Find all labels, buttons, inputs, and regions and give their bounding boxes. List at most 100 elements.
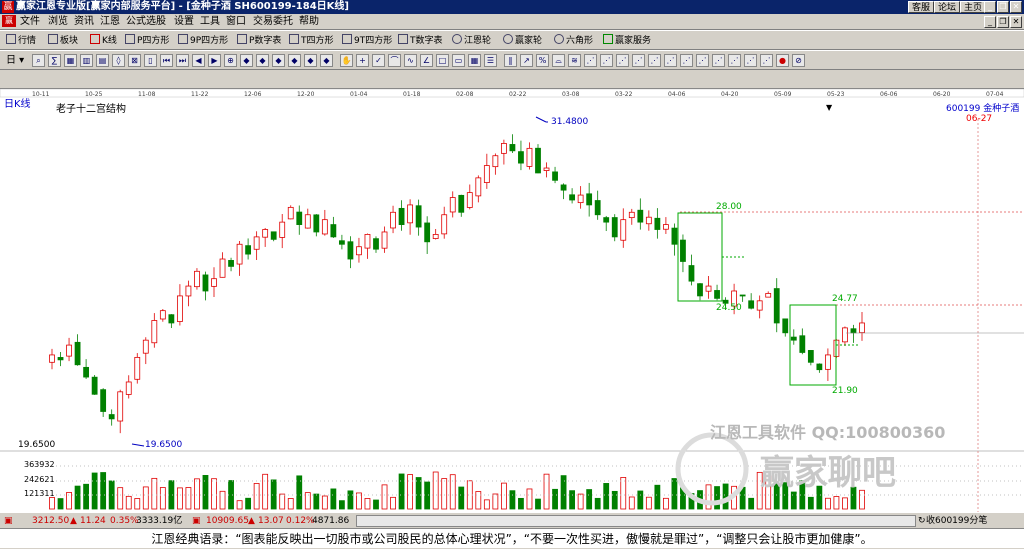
- channel-icon[interactable]: ≋: [568, 54, 581, 67]
- candle[interactable]: [330, 224, 337, 238]
- diamond-tool-1-icon[interactable]: ◆: [240, 54, 253, 67]
- right-arrow-icon[interactable]: ▶: [208, 54, 221, 67]
- candle[interactable]: [560, 184, 567, 191]
- stats-icon[interactable]: ∑: [48, 54, 61, 67]
- gann-fan-8-icon[interactable]: ⋰: [696, 54, 709, 67]
- gann-fan-2-icon[interactable]: ⋰: [600, 54, 613, 67]
- delete-icon[interactable]: ⊘: [792, 54, 805, 67]
- candle[interactable]: [424, 222, 431, 243]
- fan-icon[interactable]: ⌒: [388, 54, 401, 67]
- service-button[interactable]: 客服: [908, 1, 935, 13]
- candle[interactable]: [697, 283, 703, 297]
- tool-9t-square[interactable]: 9T四方形: [342, 33, 392, 49]
- candle[interactable]: [151, 320, 158, 344]
- candle[interactable]: [287, 206, 294, 220]
- candle[interactable]: [449, 197, 456, 213]
- candle[interactable]: [756, 300, 763, 311]
- candle[interactable]: [407, 204, 414, 224]
- candle[interactable]: [535, 147, 541, 174]
- homepage-button[interactable]: 主页: [960, 1, 987, 13]
- menu-settings[interactable]: 设置: [174, 15, 194, 29]
- candle[interactable]: [748, 300, 755, 309]
- candle[interactable]: [526, 147, 533, 167]
- candle[interactable]: [458, 194, 465, 213]
- grid-tool-icon[interactable]: ▦: [468, 54, 481, 67]
- candle[interactable]: [483, 165, 490, 183]
- child-restore-icon[interactable]: ❐: [997, 16, 1009, 28]
- candle[interactable]: [313, 214, 320, 233]
- restore-icon[interactable]: ❐: [997, 1, 1009, 13]
- candle[interactable]: [211, 278, 217, 287]
- candle[interactable]: [108, 414, 115, 420]
- tool-hexagon[interactable]: 六角形: [554, 33, 593, 49]
- gann-fan-11-icon[interactable]: ⋰: [744, 54, 757, 67]
- check-tool-icon[interactable]: ✓: [372, 54, 385, 67]
- candle[interactable]: [603, 217, 610, 223]
- candle[interactable]: [782, 318, 789, 334]
- candle[interactable]: [117, 391, 124, 422]
- candle[interactable]: [398, 207, 405, 225]
- angle-icon[interactable]: ∠: [420, 54, 433, 67]
- gann-fan-6-icon[interactable]: ⋰: [664, 54, 677, 67]
- tick-data-label[interactable]: 收600199分笔: [926, 513, 987, 529]
- candle[interactable]: [296, 211, 303, 225]
- candle[interactable]: [765, 293, 772, 298]
- candle[interactable]: [100, 389, 107, 412]
- candle[interactable]: [569, 194, 576, 201]
- menu-info[interactable]: 资讯: [74, 15, 94, 29]
- lock-icon[interactable]: ⊠: [128, 54, 141, 67]
- candle[interactable]: [492, 155, 499, 168]
- gann-fan-7-icon[interactable]: ⋰: [680, 54, 693, 67]
- candle[interactable]: [773, 288, 780, 324]
- candle[interactable]: [83, 366, 90, 378]
- candle[interactable]: [270, 231, 277, 240]
- candle[interactable]: [185, 285, 192, 297]
- candle[interactable]: [509, 144, 516, 152]
- candle[interactable]: [705, 285, 712, 292]
- candle[interactable]: [799, 335, 806, 353]
- tool-winner-service[interactable]: 赢家服务: [603, 33, 651, 49]
- candle[interactable]: [168, 314, 175, 324]
- candle[interactable]: [253, 236, 260, 250]
- candle[interactable]: [304, 214, 311, 229]
- candle[interactable]: [714, 290, 720, 299]
- candle[interactable]: [543, 167, 550, 171]
- candle[interactable]: [475, 177, 482, 197]
- menu-app-icon[interactable]: 赢: [2, 15, 16, 27]
- candle[interactable]: [620, 219, 627, 241]
- list-tool-icon[interactable]: ☰: [484, 54, 497, 67]
- gann-fan-3-icon[interactable]: ⋰: [616, 54, 629, 67]
- candle[interactable]: [373, 238, 379, 250]
- menu-file[interactable]: 文件: [20, 15, 40, 29]
- dropdown-arrow-icon[interactable]: ▼: [826, 103, 832, 112]
- menu-trade[interactable]: 交易委托: [253, 15, 293, 29]
- tool-gann-wheel[interactable]: 江恩轮: [452, 33, 491, 49]
- trend-icon[interactable]: ↗: [520, 54, 533, 67]
- candle[interactable]: [824, 354, 831, 370]
- candle[interactable]: [381, 231, 388, 249]
- tool-sectors[interactable]: 板块: [48, 33, 78, 49]
- candle[interactable]: [49, 354, 55, 363]
- candle[interactable]: [518, 151, 524, 164]
- close-icon[interactable]: ✕: [1010, 1, 1022, 13]
- minimize-icon[interactable]: _: [984, 1, 996, 13]
- gann-fan-5-icon[interactable]: ⋰: [648, 54, 661, 67]
- left-arrow-icon[interactable]: ◀: [192, 54, 205, 67]
- bar-chart-icon[interactable]: ▤: [96, 54, 109, 67]
- menu-browse[interactable]: 浏览: [48, 15, 68, 29]
- last-icon[interactable]: ⏭: [176, 54, 189, 67]
- menu-tools[interactable]: 工具: [200, 15, 220, 29]
- candle[interactable]: [194, 270, 200, 288]
- diamond-icon[interactable]: ◊: [112, 54, 125, 67]
- tool-kline[interactable]: K线: [90, 33, 117, 49]
- tool-winner-wheel[interactable]: 赢家轮: [503, 33, 542, 49]
- candle[interactable]: [347, 241, 354, 260]
- child-close-icon[interactable]: ✕: [1010, 16, 1022, 28]
- candle[interactable]: [125, 381, 132, 395]
- grid-icon[interactable]: ▦: [64, 54, 77, 67]
- candle[interactable]: [159, 310, 166, 320]
- gann-fan-1-icon[interactable]: ⋰: [584, 54, 597, 67]
- period-select[interactable]: 日 ▾: [6, 53, 24, 69]
- candle[interactable]: [628, 211, 635, 219]
- diamond-tool-3-icon[interactable]: ◆: [272, 54, 285, 67]
